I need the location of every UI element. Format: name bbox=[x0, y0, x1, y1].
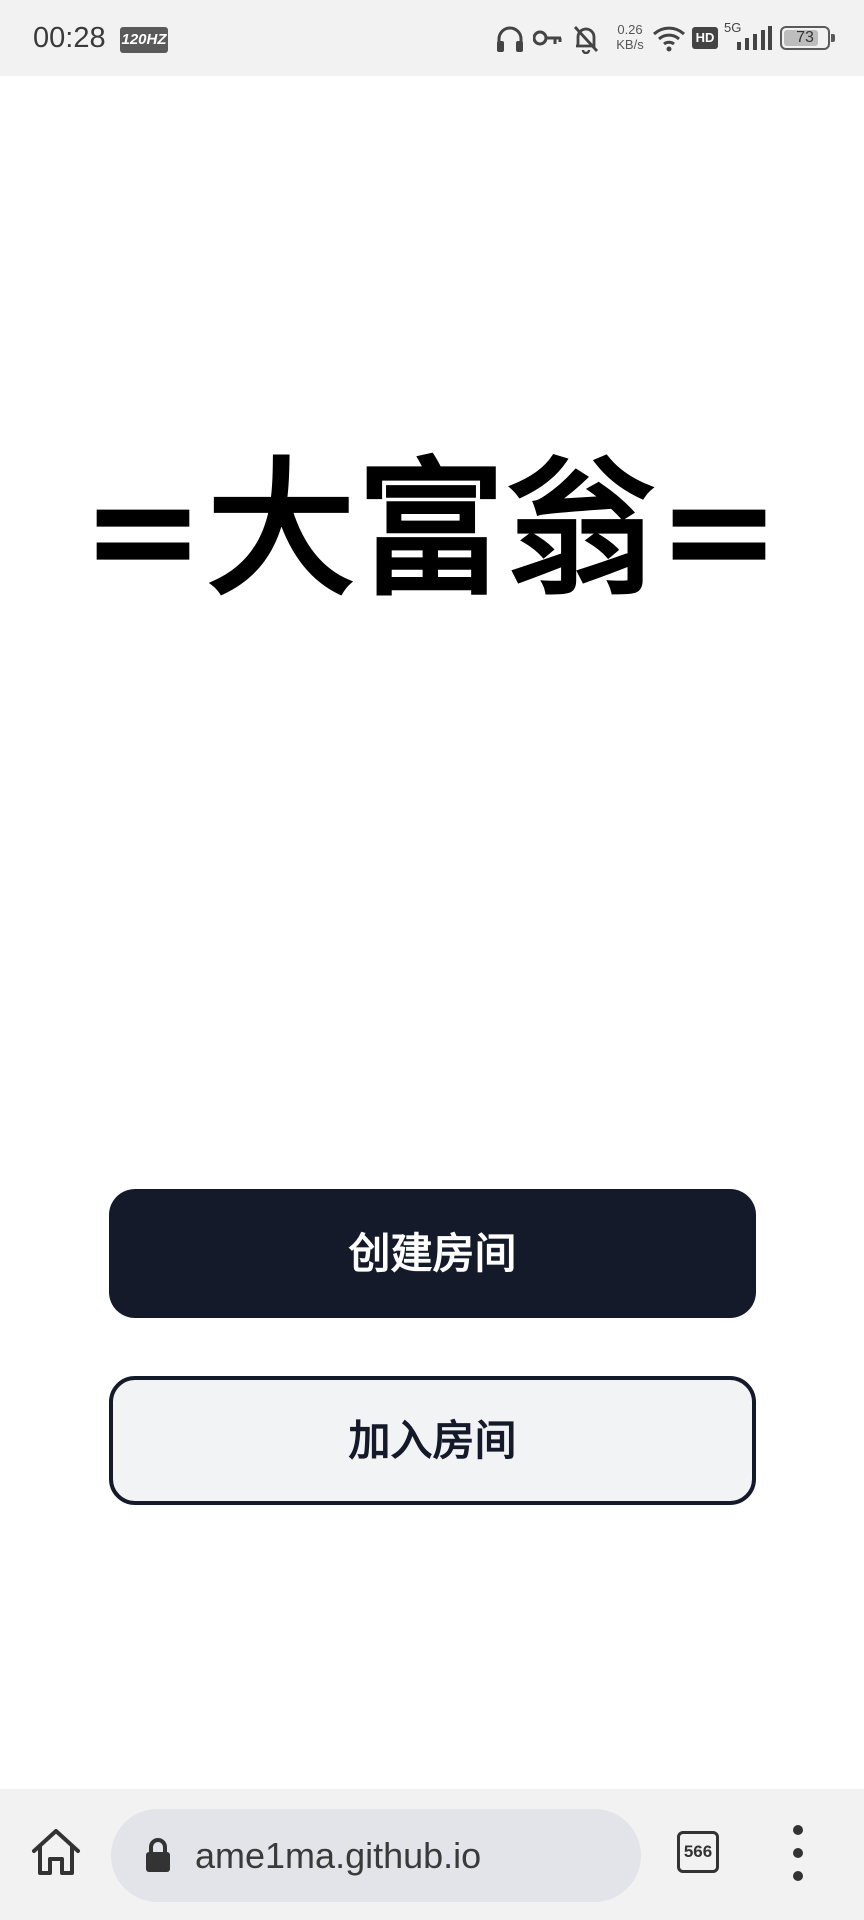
hd-label: HD bbox=[695, 30, 715, 45]
key-icon bbox=[533, 30, 562, 46]
network-speed-unit: KB/s bbox=[616, 37, 644, 52]
game-title: =大富翁= bbox=[80, 444, 783, 616]
lock-icon bbox=[146, 1838, 170, 1872]
headphones-icon bbox=[497, 26, 523, 52]
status-bar: 00:28 120HZ 0.26 KB/s HD 5G 73 bbox=[0, 0, 864, 76]
tab-count: 566 bbox=[683, 1842, 713, 1861]
menu-dot bbox=[793, 1848, 803, 1858]
menu-dot bbox=[793, 1871, 803, 1881]
network-speed: 0.26 KB/s bbox=[610, 22, 650, 52]
menu-dot bbox=[793, 1825, 803, 1835]
home-icon[interactable] bbox=[28, 1825, 84, 1881]
wifi-icon bbox=[652, 26, 686, 52]
url-text: ame1ma.github.io bbox=[195, 1835, 482, 1876]
hd-icon: HD bbox=[692, 27, 718, 49]
battery-level: 73 bbox=[796, 29, 814, 46]
network-speed-value: 0.26 bbox=[617, 22, 643, 37]
address-bar[interactable]: ame1ma.github.io bbox=[111, 1809, 641, 1902]
tabs-icon[interactable]: 566 bbox=[677, 1831, 719, 1873]
status-time: 00:28 bbox=[33, 22, 106, 54]
bell-off-icon bbox=[573, 26, 599, 54]
join-room-button[interactable]: 加入房间 bbox=[109, 1376, 756, 1505]
create-room-button[interactable]: 创建房间 bbox=[109, 1189, 756, 1318]
browser-toolbar: ame1ma.github.io 566 bbox=[0, 1789, 864, 1920]
more-vert-icon[interactable] bbox=[784, 1823, 814, 1883]
battery-icon: 73 bbox=[780, 26, 835, 50]
signal-icon bbox=[737, 26, 772, 50]
refresh-rate-badge: 120HZ bbox=[120, 27, 168, 53]
